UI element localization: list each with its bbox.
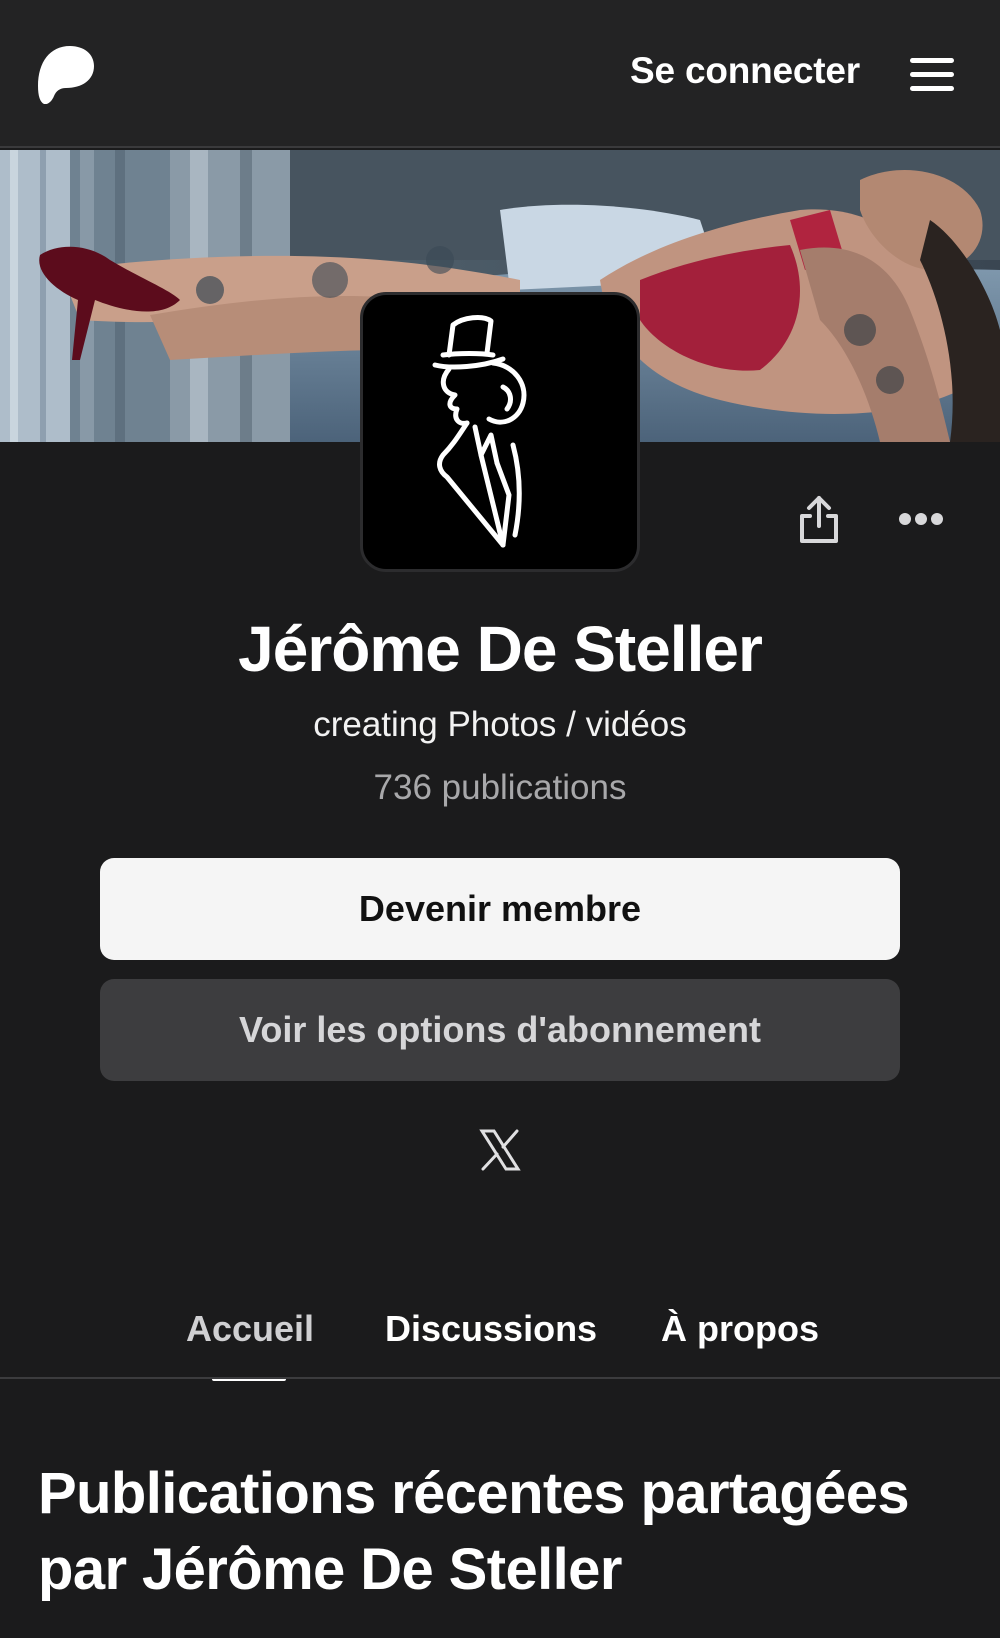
tab-about[interactable]: À propos	[661, 1308, 819, 1350]
tab-home[interactable]: Accueil	[186, 1308, 314, 1350]
hamburger-menu-icon[interactable]	[910, 58, 954, 92]
creator-avatar	[360, 292, 640, 572]
recent-posts-heading: Publications récentes partagées par Jérô…	[38, 1461, 910, 1602]
posts-count: 736 publications	[373, 768, 627, 807]
creator-tagline: creating Photos / vidéos	[313, 705, 687, 744]
gentleman-silhouette-logo-icon	[432, 315, 527, 548]
tab-discussions[interactable]: Discussions	[385, 1308, 597, 1350]
x-social-icon[interactable]	[478, 1128, 522, 1172]
membership-options-button[interactable]: Voir les options d'abonnement	[100, 979, 900, 1081]
sign-in-link[interactable]: Se connecter	[630, 50, 860, 92]
profile-tabs: Accueil Discussions À propos	[0, 1300, 1000, 1381]
creator-name: Jérôme De Steller	[238, 613, 763, 685]
patreon-logo-icon[interactable]	[38, 44, 94, 105]
more-options-icon[interactable]	[898, 510, 944, 528]
creator-page: Se connecter Jérôme De Steller creating …	[0, 0, 1000, 1638]
tabs-divider	[0, 1377, 1000, 1379]
share-icon[interactable]	[798, 494, 840, 544]
top-navigation-bar: Se connecter	[0, 0, 1000, 148]
join-button[interactable]: Devenir membre	[100, 858, 900, 960]
